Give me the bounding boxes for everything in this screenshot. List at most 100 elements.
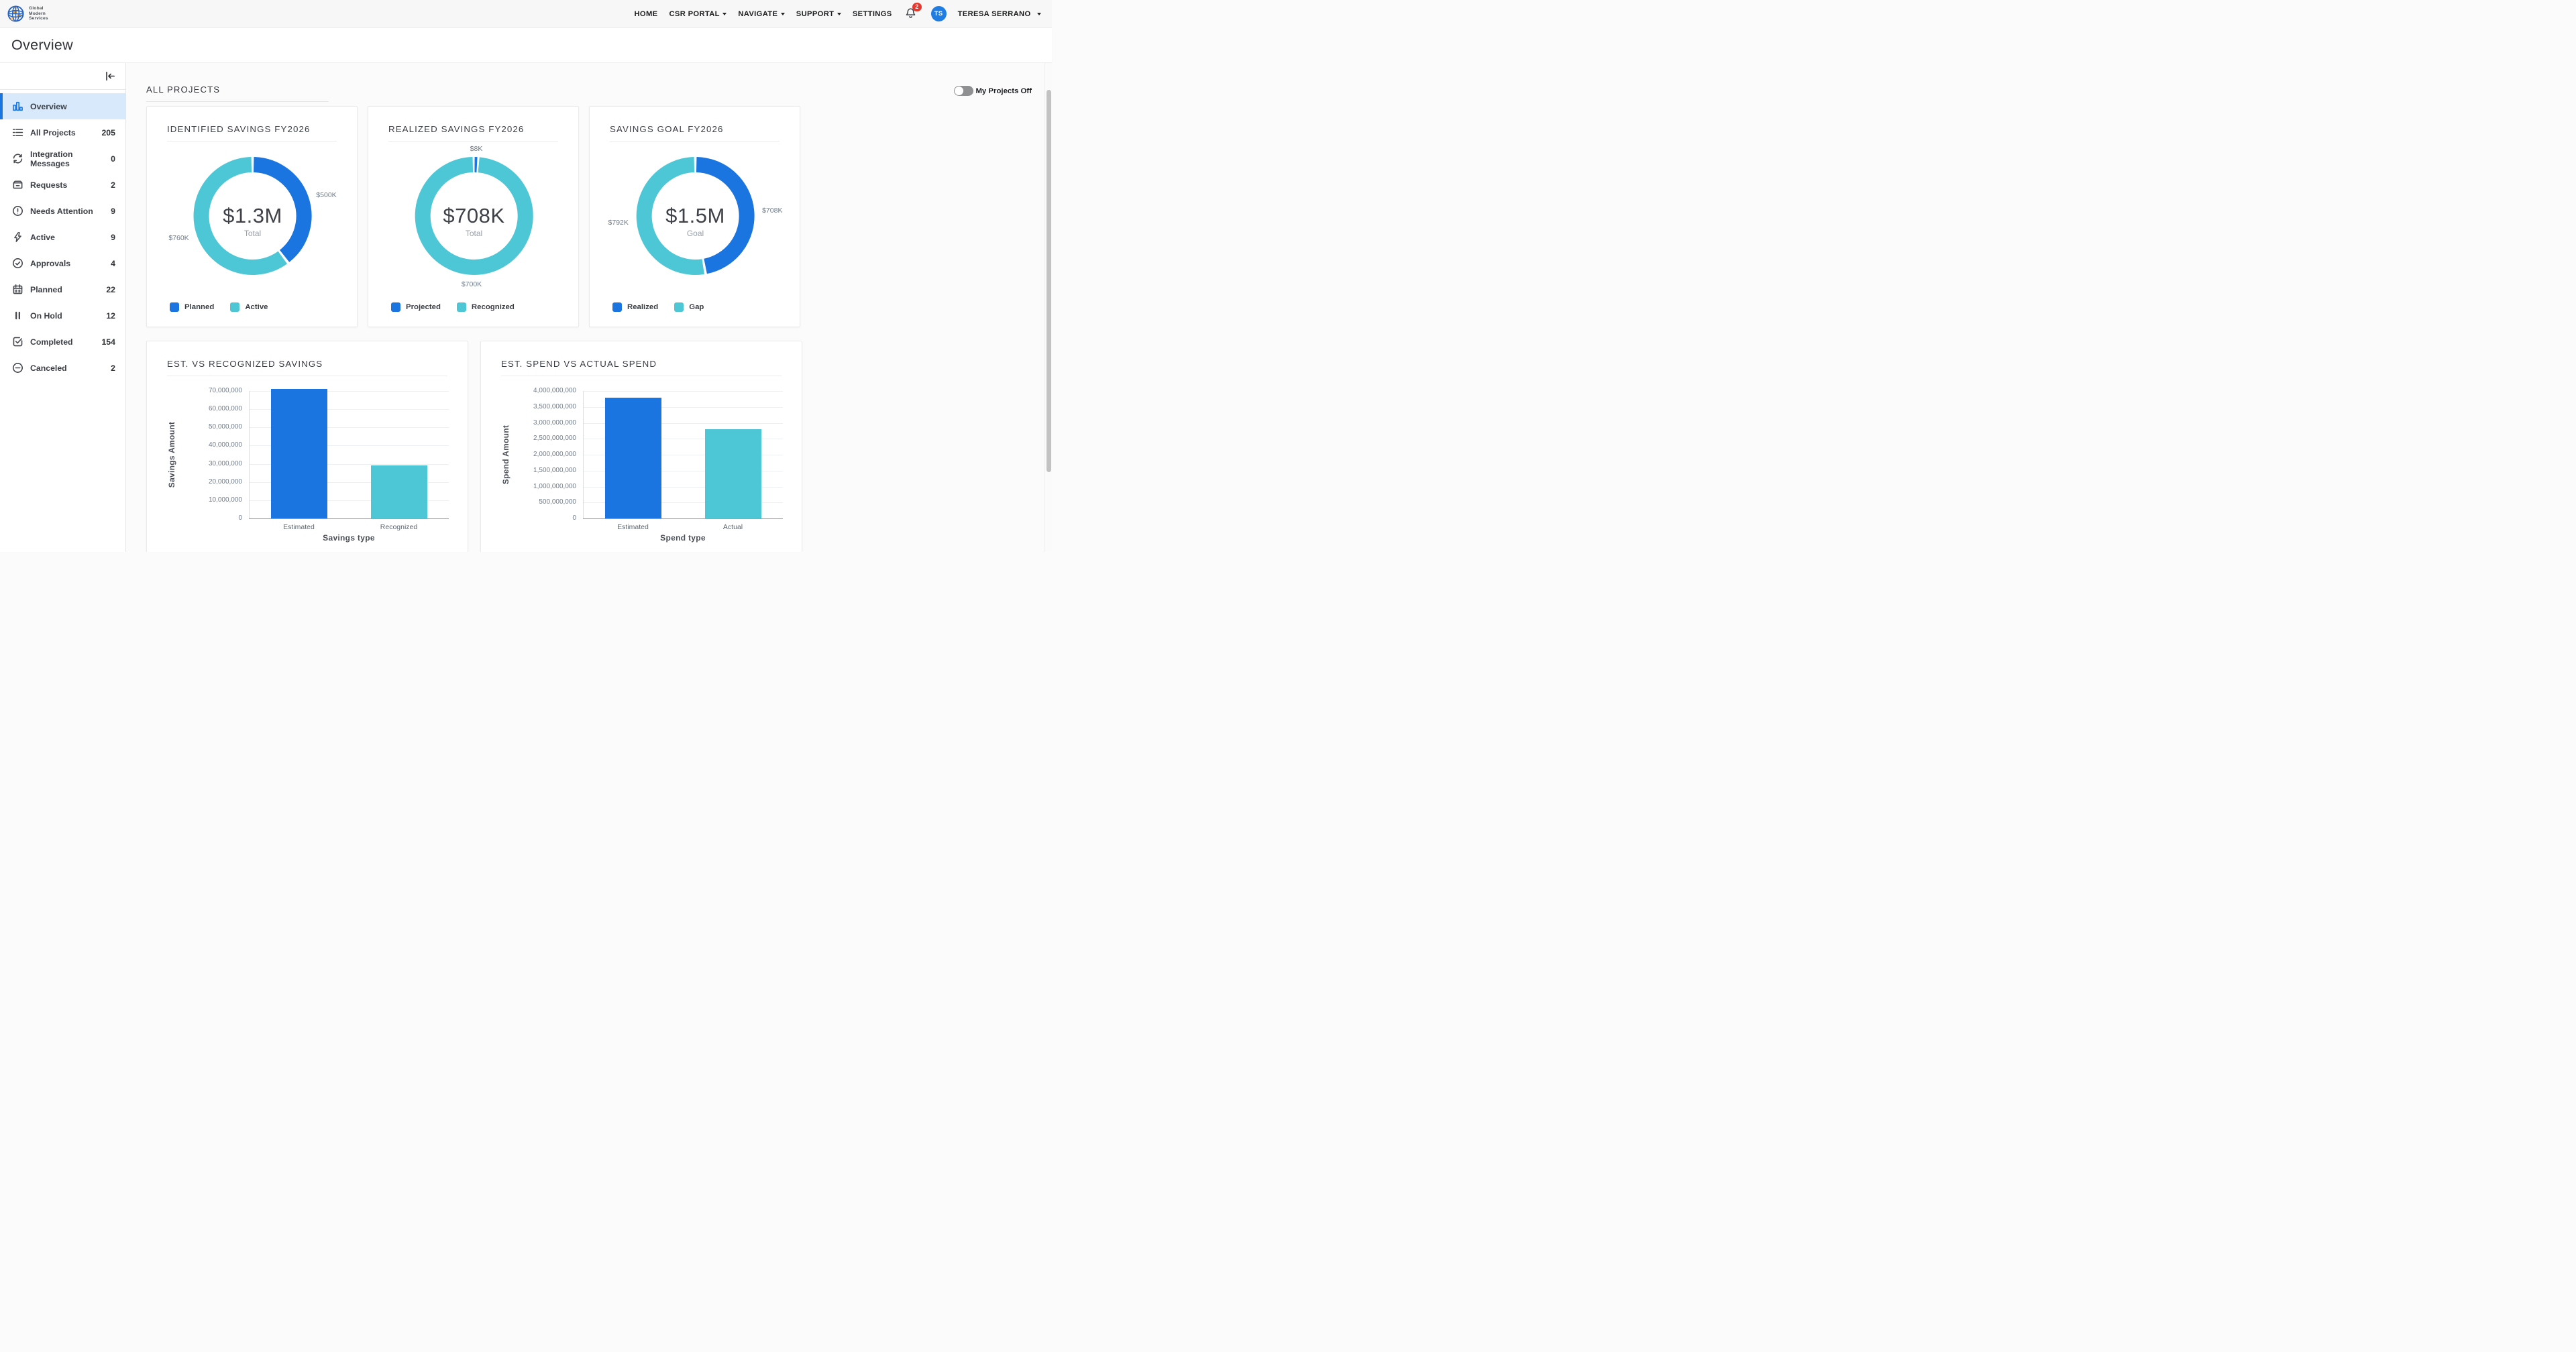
toggle-switch[interactable] <box>954 86 973 96</box>
x-axis-category-label: Recognized <box>352 523 446 531</box>
sidebar-item-count: 9 <box>111 233 115 242</box>
y-axis-tick-label: 40,000,000 <box>175 441 242 449</box>
donut-chart-area: $8K$700K$708KTotal <box>368 142 578 304</box>
donut-segment-value-label: $792K <box>608 219 629 227</box>
sidebar-collapse-icon[interactable] <box>105 70 116 82</box>
sidebar-item-active[interactable]: Active9 <box>0 224 125 250</box>
nav-item-csr-portal[interactable]: CSR PORTAL <box>669 10 727 18</box>
gridline <box>583 391 783 392</box>
legend-swatch <box>674 302 684 312</box>
x-axis-category-label: Estimated <box>586 523 680 531</box>
brand-logo[interactable]: Global Modern Services <box>7 5 48 23</box>
section-title: ALL PROJECTS <box>146 84 329 95</box>
calendar-icon <box>12 284 23 295</box>
notifications-button[interactable]: 2 <box>905 7 916 21</box>
pause-icon <box>12 310 23 321</box>
sidebar-item-integration-messages[interactable]: Integration Messages0 <box>0 146 125 172</box>
chevron-down-icon <box>781 13 785 15</box>
donut-chart-area: $708K$792K$1.5MGoal <box>590 142 800 304</box>
sidebar-item-count: 2 <box>111 180 115 190</box>
y-axis-tick-label: 500,000,000 <box>509 498 576 506</box>
legend-label: Planned <box>184 303 214 311</box>
legend-swatch <box>170 302 179 312</box>
donut-segment-value-label: $708K <box>762 207 782 215</box>
legend-item-projected: Projected <box>391 302 441 312</box>
legend-swatch <box>391 302 400 312</box>
y-axis-tick-label: 4,000,000,000 <box>509 387 576 394</box>
sidebar-item-on-hold[interactable]: On Hold12 <box>0 302 125 329</box>
legend-item-active: Active <box>230 302 268 312</box>
x-axis-category-label: Actual <box>686 523 780 531</box>
vertical-scrollbar[interactable] <box>1044 63 1052 552</box>
sidebar-item-label: Integration Messages <box>30 150 105 168</box>
nav-item-support[interactable]: SUPPORT <box>796 10 841 18</box>
brand-name: Global Modern Services <box>29 6 48 21</box>
sidebar-item-label: Approvals <box>30 259 105 268</box>
donut-cards-row: IDENTIFIED SAVINGS FY2026$500K$760K$1.3M… <box>146 106 1032 327</box>
sidebar-item-planned[interactable]: Planned22 <box>0 276 125 302</box>
y-axis-tick-label: 0 <box>175 514 242 522</box>
main-content: ALL PROJECTS My Projects Off IDENTIFIED … <box>126 63 1052 552</box>
legend-label: Projected <box>406 303 441 311</box>
sidebar-item-approvals[interactable]: Approvals 4 <box>0 250 125 276</box>
legend-label: Recognized <box>472 303 515 311</box>
sidebar-item-label: Overview <box>30 102 115 111</box>
legend-swatch <box>230 302 239 312</box>
sidebar-item-count: 2 <box>111 363 115 373</box>
legend-label: Active <box>245 303 268 311</box>
donut-chart: $708K$792K$1.5MGoal <box>590 142 801 301</box>
list-icon <box>12 127 23 138</box>
legend-item-recognized: Recognized <box>457 302 515 312</box>
chevron-down-icon <box>837 13 841 15</box>
minus-circle-icon <box>12 362 23 374</box>
legend-swatch <box>457 302 466 312</box>
y-axis-tick-label: 1,000,000,000 <box>509 483 576 490</box>
nav-item-settings[interactable]: SETTINGS <box>853 10 892 18</box>
user-menu[interactable]: TERESA SERRANO <box>958 10 1041 18</box>
sidebar-item-count: 4 <box>111 259 115 268</box>
donut-chart-area: $500K$760K$1.3MTotal <box>147 142 357 304</box>
page-title: Overview <box>11 37 73 54</box>
legend-item-realized: Realized <box>612 302 658 312</box>
x-axis-line <box>249 518 449 519</box>
card-title: REALIZED SAVINGS FY2026 <box>388 124 558 134</box>
sidebar-item-label: Planned <box>30 285 101 294</box>
donut-card-realized-savings-fy2026: REALIZED SAVINGS FY2026$8K$700K$708KTota… <box>368 106 579 327</box>
donut-chart: $500K$760K$1.3MTotal <box>147 142 358 301</box>
nav-item-home[interactable]: HOME <box>634 10 657 18</box>
nav-item-label: NAVIGATE <box>738 10 777 18</box>
sidebar-item-overview[interactable]: Overview <box>0 93 125 119</box>
my-projects-toggle[interactable]: My Projects Off <box>954 86 1032 96</box>
donut-center-label: Total <box>466 229 482 238</box>
donut-segment-value-label: $700K <box>462 280 482 288</box>
y-axis-tick-label: 1,500,000,000 <box>509 467 576 474</box>
x-axis-line <box>583 518 783 519</box>
globe-logo-icon <box>7 5 25 23</box>
nav-item-label: CSR PORTAL <box>669 10 719 18</box>
nav-item-navigate[interactable]: NAVIGATE <box>738 10 784 18</box>
user-avatar[interactable]: TS <box>931 6 947 21</box>
user-name: TERESA SERRANO <box>958 10 1031 18</box>
sidebar-item-all-projects[interactable]: All Projects205 <box>0 119 125 146</box>
top-nav-bar: Global Modern Services HOME CSR PORTAL NAV… <box>0 0 1052 28</box>
sidebar-item-completed[interactable]: Completed154 <box>0 329 125 355</box>
legend-label: Gap <box>689 303 704 311</box>
sidebar-item-label: Requests <box>30 180 105 190</box>
scrollbar-thumb[interactable] <box>1046 90 1051 472</box>
donut-center-value: $708K <box>443 204 504 227</box>
section-title-block: ALL PROJECTS <box>146 84 329 102</box>
app-shell: OverviewAll Projects205Integration Messa… <box>0 63 1052 552</box>
y-axis-line <box>583 391 584 518</box>
sidebar-item-label: Completed <box>30 337 96 347</box>
y-axis-tick-label: 70,000,000 <box>175 387 242 394</box>
x-axis-category-label: Estimated <box>252 523 346 531</box>
legend-item-planned: Planned <box>170 302 214 312</box>
sidebar-item-canceled[interactable]: Canceled2 <box>0 355 125 381</box>
nav-item-label: SETTINGS <box>853 10 892 18</box>
nav-item-label: SUPPORT <box>796 10 835 18</box>
sidebar-item-requests[interactable]: Requests 2 <box>0 172 125 198</box>
sidebar-item-needs-attention[interactable]: Needs Attention9 <box>0 198 125 224</box>
chevron-down-icon <box>1037 13 1041 15</box>
sidebar-item-count: 12 <box>106 311 115 321</box>
card-title: EST. SPEND VS ACTUAL SPEND <box>501 359 782 369</box>
